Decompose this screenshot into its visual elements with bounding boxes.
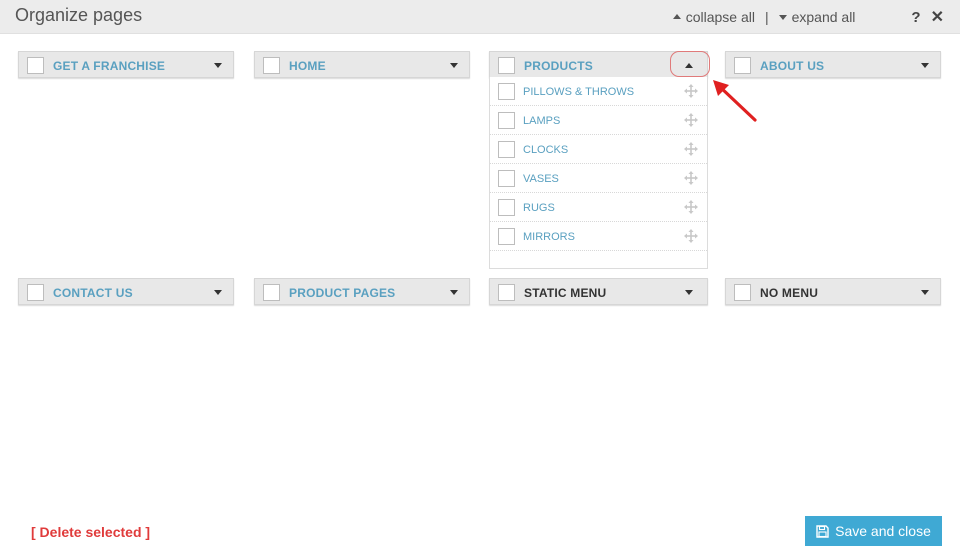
menu-label: ABOUT US: [760, 59, 825, 73]
menu-no-menu[interactable]: NO MENU: [725, 278, 941, 305]
submenu-label: RUGS: [523, 202, 555, 214]
menu-checkbox[interactable]: [498, 57, 515, 74]
menu-label: STATIC MENU: [524, 286, 607, 300]
menu-toggle[interactable]: [445, 283, 463, 301]
menu-toggle[interactable]: [680, 283, 698, 301]
menu-toggle[interactable]: [209, 56, 227, 74]
submenu-checkbox[interactable]: [498, 199, 515, 216]
submenu-checkbox[interactable]: [498, 112, 515, 129]
menu-product-pages[interactable]: PRODUCT PAGES: [254, 278, 470, 305]
caret-down-icon: [450, 289, 458, 295]
move-icon[interactable]: [684, 200, 698, 214]
submenu-label: MIRRORS: [523, 231, 575, 243]
submenu-item[interactable]: CLOCKS: [490, 135, 707, 164]
expand-all-label: expand all: [791, 9, 856, 25]
menu-toggle[interactable]: [916, 283, 934, 301]
move-icon[interactable]: [684, 142, 698, 156]
caret-down-icon: [921, 62, 929, 68]
menu-label: HOME: [289, 59, 326, 73]
menu-label: PRODUCTS: [524, 59, 593, 73]
menu-toggle[interactable]: [916, 56, 934, 74]
collapse-all-label: collapse all: [685, 9, 755, 25]
menu-label: GET A FRANCHISE: [53, 59, 166, 73]
header-controls: collapse all | expand all ? ✕: [672, 7, 944, 27]
menu-label: CONTACT US: [53, 286, 133, 300]
annotation-highlight-ring: [670, 51, 710, 77]
menu-get-a-franchise[interactable]: GET A FRANCHISE: [18, 51, 234, 78]
menu-contact-us[interactable]: CONTACT US: [18, 278, 234, 305]
delete-selected-link[interactable]: [ Delete selected ]: [31, 524, 150, 540]
expand-all-link[interactable]: expand all: [778, 9, 856, 25]
submenu-checkbox[interactable]: [498, 170, 515, 187]
move-icon[interactable]: [684, 229, 698, 243]
move-icon[interactable]: [684, 113, 698, 127]
submenu-checkbox[interactable]: [498, 83, 515, 100]
caret-down-icon: [685, 289, 693, 295]
submenu-item[interactable]: VASES: [490, 164, 707, 193]
help-icon[interactable]: ?: [911, 9, 920, 26]
menu-toggle[interactable]: [209, 283, 227, 301]
submenu-item[interactable]: LAMPS: [490, 106, 707, 135]
submenu-label: CLOCKS: [523, 144, 569, 156]
menu-home[interactable]: HOME: [254, 51, 470, 78]
products-submenu-panel: PILLOWS & THROWS LAMPS CLOCKS VASES RUGS…: [489, 77, 708, 269]
save-and-close-label: Save and close: [835, 523, 931, 539]
menu-checkbox[interactable]: [27, 284, 44, 301]
annotation-arrow-icon: [713, 80, 757, 122]
caret-down-icon: [450, 62, 458, 68]
save-and-close-button[interactable]: Save and close: [805, 516, 942, 546]
menu-label: PRODUCT PAGES: [289, 286, 396, 300]
dialog-header: Organize pages collapse all | expand all…: [0, 0, 960, 34]
menu-checkbox[interactable]: [263, 57, 280, 74]
move-icon[interactable]: [684, 171, 698, 185]
submenu-label: PILLOWS & THROWS: [523, 86, 635, 98]
submenu-item[interactable]: RUGS: [490, 193, 707, 222]
menu-static-menu[interactable]: STATIC MENU: [489, 278, 708, 305]
dialog-title: Organize pages: [15, 5, 143, 25]
menu-toggle[interactable]: [445, 56, 463, 74]
move-icon[interactable]: [684, 84, 698, 98]
submenu-item[interactable]: MIRRORS: [490, 222, 707, 251]
submenu-checkbox[interactable]: [498, 141, 515, 158]
caret-down-icon: [214, 62, 222, 68]
close-icon[interactable]: ✕: [931, 7, 944, 27]
save-icon: [816, 524, 829, 538]
menu-checkbox[interactable]: [263, 284, 280, 301]
header-separator: |: [764, 9, 769, 25]
menu-checkbox[interactable]: [734, 284, 751, 301]
caret-down-icon: [214, 289, 222, 295]
submenu-label: VASES: [523, 173, 559, 185]
submenu-label: LAMPS: [523, 115, 561, 127]
submenu-checkbox[interactable]: [498, 228, 515, 245]
submenu-item[interactable]: PILLOWS & THROWS: [490, 77, 707, 106]
menu-label: NO MENU: [760, 286, 819, 300]
expand-down-icon: [778, 15, 787, 20]
menu-checkbox[interactable]: [27, 57, 44, 74]
collapse-up-icon: [672, 14, 681, 19]
caret-down-icon: [921, 289, 929, 295]
menu-checkbox[interactable]: [498, 284, 515, 301]
collapse-all-link[interactable]: collapse all: [672, 9, 755, 25]
